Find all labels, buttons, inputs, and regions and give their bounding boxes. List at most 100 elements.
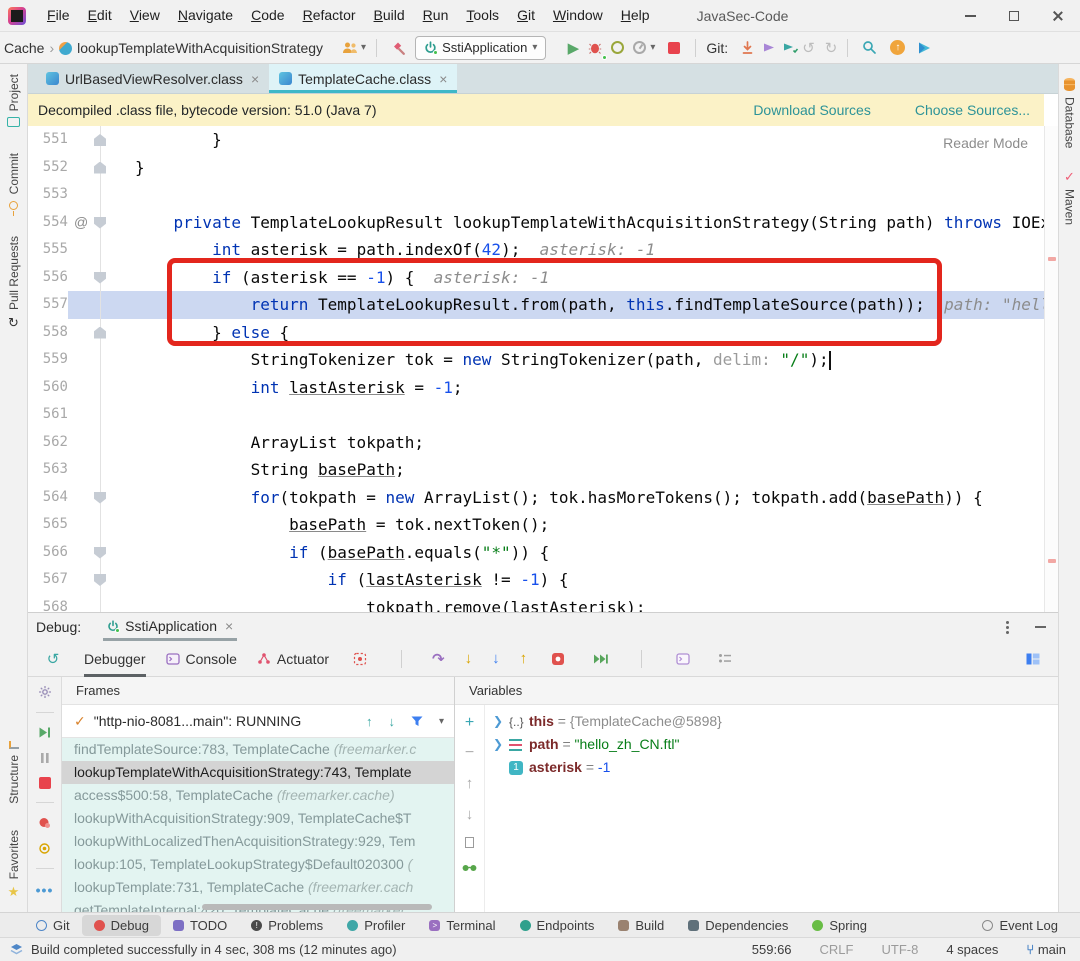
close-button[interactable] (1036, 0, 1080, 31)
line-number[interactable]: 567 (28, 566, 68, 594)
reset-frame-button[interactable] (547, 648, 569, 670)
line-number[interactable]: 562 (28, 429, 68, 457)
line-number[interactable]: 566 (28, 539, 68, 567)
editor-gutter[interactable] (68, 456, 135, 484)
tool-window-button[interactable]: TODO (161, 915, 239, 936)
ide-assistant-icon[interactable] (913, 37, 935, 59)
warning-stripe-mark[interactable] (1048, 559, 1056, 563)
move-down-icon[interactable]: ↓ (466, 806, 474, 823)
menu-item[interactable]: Tools (457, 0, 508, 31)
editor-tab[interactable]: TemplateCache.class × (269, 64, 457, 93)
editor-gutter[interactable] (68, 346, 135, 374)
settings-list-icon[interactable] (714, 648, 736, 670)
editor-gutter[interactable] (68, 291, 135, 319)
code-line[interactable]: 557 return TemplateLookupResult.from(pat… (28, 291, 1044, 319)
fold-marker-icon[interactable] (94, 437, 106, 449)
code-line[interactable]: 568 tokpath.remove(lastAsterisk); (28, 594, 1044, 613)
tool-window-button[interactable]: Profiler (335, 915, 417, 936)
sidebar-item-maven[interactable]: ✓Maven (1063, 170, 1077, 225)
warning-stripe-mark[interactable] (1048, 257, 1056, 261)
menu-item[interactable]: Run (414, 0, 458, 31)
line-number[interactable]: 551 (28, 126, 68, 154)
menu-item[interactable]: Refactor (294, 0, 365, 31)
editor-gutter[interactable] (68, 539, 135, 567)
users-dropdown-icon[interactable]: ▾ (361, 42, 366, 53)
debug-session-tab[interactable]: SstiApplication × (103, 613, 237, 641)
show-watches-icon[interactable] (462, 862, 477, 872)
code-editor[interactable]: 551 } 552 } 553 (28, 126, 1058, 612)
stack-frame[interactable]: access$500:58, TemplateCache (freemarker… (62, 784, 454, 807)
line-number[interactable]: 561 (28, 401, 68, 429)
editor-gutter[interactable] (68, 594, 135, 613)
menu-item[interactable]: Window (544, 0, 612, 31)
menu-item[interactable]: Build (365, 0, 414, 31)
sidebar-item-pull-requests[interactable]: Pull Requests↻ (7, 236, 21, 329)
fold-marker-icon[interactable] (94, 354, 106, 366)
line-number[interactable]: 564 (28, 484, 68, 512)
notification-action-link[interactable]: Download Sources (753, 102, 871, 118)
variable-row[interactable]: ❯ this = {TemplateCache@5898} (485, 710, 1058, 733)
force-step-into-button[interactable]: ↓ (492, 650, 500, 667)
code-line[interactable]: 561 (28, 401, 1044, 429)
hide-panel-icon[interactable] (1035, 626, 1046, 628)
code-line[interactable]: 564 for(tokpath = new ArrayList(); tok.h… (28, 484, 1044, 512)
tool-window-button[interactable]: Spring (800, 915, 879, 936)
tab-debugger[interactable]: Debugger (84, 641, 146, 677)
git-push-button[interactable] (780, 37, 802, 59)
tool-window-button[interactable]: Dependencies (676, 915, 800, 936)
fold-marker-icon[interactable] (94, 189, 106, 201)
run-configuration-select[interactable]: SstiApplication ▾ (415, 36, 546, 60)
tab-console[interactable]: Console (166, 641, 237, 677)
menu-item[interactable]: File (38, 0, 79, 31)
fold-marker-icon[interactable] (94, 519, 106, 531)
search-everywhere-button[interactable] (858, 37, 880, 59)
event-log-button[interactable]: Event Log (970, 915, 1070, 936)
editor-gutter[interactable] (68, 154, 135, 182)
thread-selector[interactable]: ✓ "http-nio-8081...main": RUNNING ↑ ↓ ▾ (62, 705, 454, 738)
tool-window-button[interactable]: Build (606, 915, 676, 936)
fold-marker-icon[interactable] (94, 327, 106, 339)
ide-update-icon[interactable]: ↑ (890, 40, 905, 55)
local-history-back-icon[interactable]: ↺ (802, 39, 815, 57)
stack-frame[interactable]: lookupTemplateWithAcquisitionStrategy:74… (62, 761, 454, 784)
fold-marker-icon[interactable] (94, 382, 106, 394)
profiler-button[interactable] (628, 37, 650, 59)
more-actions-icon[interactable]: ••• (36, 882, 54, 898)
editor-gutter[interactable] (68, 126, 135, 154)
indent-setting[interactable]: 4 spaces (946, 942, 998, 957)
variable-row[interactable]: ❯ path = "hello_zh_CN.ftl" (485, 733, 1058, 756)
local-history-forward-icon[interactable]: ↻ (825, 39, 838, 57)
reader-mode-toggle[interactable]: Reader Mode (943, 135, 1028, 151)
tool-window-button[interactable]: ! Problems (239, 915, 335, 936)
minimize-button[interactable] (948, 0, 992, 31)
line-number[interactable]: 558 (28, 319, 68, 347)
sidebar-item-database[interactable]: Database (1063, 78, 1077, 148)
code-line[interactable]: 560 int lastAsterisk = -1; (28, 374, 1044, 402)
file-encoding[interactable]: UTF-8 (881, 942, 918, 957)
tool-window-button[interactable]: Endpoints (508, 915, 607, 936)
fold-marker-icon[interactable] (94, 217, 106, 229)
breadcrumb-method[interactable]: lookupTemplateWithAcquisitionStrategy (77, 40, 323, 56)
code-line[interactable]: 566 if (basePath.equals("*")) { (28, 539, 1044, 567)
fold-marker-icon[interactable] (94, 409, 106, 421)
code-line[interactable]: 558 } else { (28, 319, 1044, 347)
fold-marker-icon[interactable] (94, 547, 106, 559)
editor-gutter[interactable] (68, 319, 135, 347)
fold-marker-icon[interactable] (94, 134, 106, 146)
stack-frame[interactable]: lookupWithLocalizedThenAcquisitionStrate… (62, 830, 454, 853)
line-ending[interactable]: CRLF (820, 942, 854, 957)
line-number[interactable]: 555 (28, 236, 68, 264)
code-line[interactable]: 563 String basePath; (28, 456, 1044, 484)
menu-item[interactable]: Navigate (169, 0, 242, 31)
fold-marker-icon[interactable] (94, 492, 106, 504)
prev-frame-icon[interactable]: ↑ (366, 714, 373, 729)
code-line[interactable]: 559 StringTokenizer tok = new StringToke… (28, 346, 1044, 374)
menu-item[interactable]: Git (508, 0, 544, 31)
mute-breakpoints-button[interactable] (38, 816, 51, 829)
filter-frames-icon[interactable] (411, 716, 423, 727)
tool-window-button[interactable]: Debug (82, 915, 161, 936)
line-number[interactable]: 565 (28, 511, 68, 539)
fold-marker-icon[interactable] (94, 299, 106, 311)
line-number[interactable]: 559 (28, 346, 68, 374)
editor-gutter[interactable] (68, 429, 135, 457)
